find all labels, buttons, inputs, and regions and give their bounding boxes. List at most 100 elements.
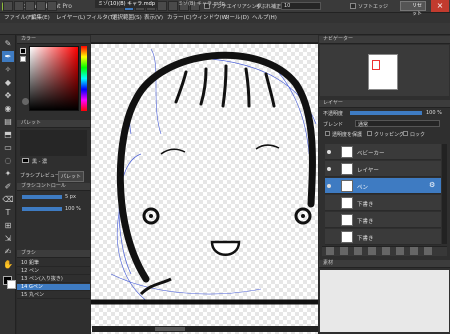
layer-opacity-slider[interactable] [350,111,422,115]
primary-color-box[interactable] [20,48,26,54]
settings-gear-icon[interactable]: ⚙ [429,182,435,189]
soft-edge-label: ソフトエッジ [358,4,389,10]
eye-icon[interactable] [327,184,331,188]
canvas-tab-active[interactable]: ミゾ(10)(B) キャラ.mdp [95,0,158,8]
eyedropper-icon[interactable]: ✍ [2,246,14,257]
move-down-icon[interactable] [410,247,418,255]
menu-tool[interactable]: ツール(D) [224,14,249,22]
eye-icon[interactable] [327,167,331,171]
canvas-tab[interactable]: ミゾ(B) キャラ.mdp [175,0,228,8]
tool-option-button[interactable] [36,1,46,11]
magic-wand-icon[interactable]: ✦ [2,168,14,179]
layer-item[interactable]: ベビーカー [325,144,441,160]
layer-opacity-value: 100 % [426,110,442,116]
hand-tool-icon[interactable]: ✋ [2,259,14,270]
merge-down-icon[interactable] [382,247,390,255]
soft-edge-checkbox[interactable] [350,3,356,9]
brush-item[interactable]: 12 ペン [17,268,90,275]
layer-name: ペン [357,185,369,191]
layer-item[interactable]: レイヤー [325,161,441,177]
move-up-icon[interactable] [396,247,404,255]
brush-opacity-slider[interactable] [22,207,62,211]
layer-thumbnail [341,214,353,226]
layer-name: 下書き [357,236,374,242]
tool-option-button[interactable] [47,1,57,11]
correction-label: 手ぶれ補正 [256,4,282,10]
layer-thumbnail [341,180,353,192]
layer-opacity-label: 不透明度 [323,111,344,117]
menu-color[interactable]: カラー(C) [167,14,192,22]
correction-select[interactable]: 10 [281,2,321,10]
layer-scrollbar[interactable] [442,144,447,244]
clipping-label: クリッピング [374,132,405,138]
brush-item-selected[interactable]: 14 Gペン [17,284,90,291]
brush-preview-label: ブラシプレビュー [20,173,60,179]
gradient-tool-icon[interactable]: ▤ [2,116,14,127]
brush-item[interactable]: 13 ペン(入り抜き) [17,276,90,283]
brush-item[interactable]: 15 丸ペン [17,292,90,299]
saturation-value-square[interactable] [29,46,79,111]
menu-file[interactable]: ファイル(F) [4,14,33,22]
shape-tool-icon[interactable]: ◆ [2,77,14,88]
menu-layer[interactable]: レイヤー(L) [56,14,85,22]
canvas-horizontal-scrollbar[interactable] [92,326,318,332]
select-pen-icon[interactable]: ✐ [2,181,14,192]
drawing-canvas[interactable] [91,44,318,334]
new-layer-icon[interactable] [326,247,334,255]
layer-item[interactable]: 下書き [325,195,441,211]
layer-name: 下書き [357,219,374,225]
folder-icon[interactable] [368,247,376,255]
palette-area [20,130,87,156]
add-layer-icon[interactable] [340,247,348,255]
menu-help[interactable]: ヘルプ(H) [252,14,277,22]
pen-tool-icon[interactable]: ✒ [2,51,14,62]
palette-panel-header: パレット [17,120,90,128]
menu-select[interactable]: 選択範囲(S) [112,14,142,22]
brush-item[interactable]: 10 鉛筆 [17,260,90,267]
bucket-tool-icon[interactable]: ⬒ [2,129,14,140]
eye-icon[interactable] [327,150,331,154]
tool-option-button[interactable] [25,1,35,11]
tool-option-button[interactable] [3,1,13,11]
menu-edit[interactable]: 編集(E) [31,14,50,22]
material-area [320,270,449,332]
clipping-checkbox[interactable] [367,131,372,136]
move-tool-icon[interactable]: ✥ [2,90,14,101]
color-panel-header: カラー [17,36,90,44]
secondary-color-box[interactable] [20,56,26,62]
reset-button[interactable]: リセット [400,1,426,17]
protect-alpha-checkbox[interactable] [325,131,330,136]
divide-tool-icon[interactable]: ⊞ [2,220,14,231]
palette-swatch[interactable] [22,158,29,163]
navigator-view-rect[interactable] [372,60,380,70]
snap-radial-button[interactable] [157,1,167,11]
menu-view[interactable]: 表示(V) [144,14,163,22]
duplicate-layer-icon[interactable] [354,247,362,255]
dot-tool-icon[interactable]: ✧ [2,64,14,75]
lock-label: ロック [410,132,426,138]
select-tool-icon[interactable]: ▭ [2,142,14,153]
color-mode-icon[interactable] [22,98,29,105]
brush-control-header: ブラシコントロール [17,183,90,191]
layer-item-selected[interactable]: ペン ⚙ [325,178,441,194]
brush-size-slider[interactable] [22,195,62,199]
fill-tool-icon[interactable]: ◉ [2,103,14,114]
close-button[interactable]: × [431,0,449,12]
text-tool-icon[interactable]: T [2,207,14,218]
tool-option-button[interactable] [14,1,24,11]
operation-tool-icon[interactable]: ⇲ [2,233,14,244]
hue-slider[interactable] [81,46,87,111]
brush-preview-select[interactable]: パレット [58,171,85,182]
eraser-icon[interactable]: ⌫ [2,194,14,205]
layer-item[interactable]: 下書き [325,212,441,228]
lasso-tool-icon[interactable]: ◌ [2,155,14,166]
lock-checkbox[interactable] [403,131,408,136]
palette-item-label: 黒 - 濃 [32,159,47,165]
delete-layer-icon[interactable] [424,247,432,255]
scrollbar-thumb[interactable] [155,327,185,331]
background-color-swatch[interactable] [7,280,16,289]
protect-alpha-label: 透明度を保護 [332,132,363,138]
brush-tool-icon[interactable]: ✎ [2,38,14,49]
layer-item[interactable]: 下書き [325,229,441,245]
blend-select[interactable]: 通常 [355,120,440,128]
